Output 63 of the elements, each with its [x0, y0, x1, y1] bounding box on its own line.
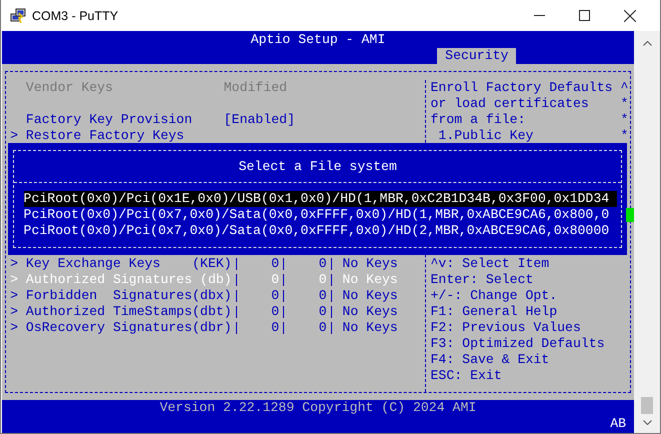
setting-label[interactable]: Factory Key Provision — [26, 112, 224, 128]
key-status: No Keys — [342, 304, 398, 320]
scroll-mark: * — [620, 128, 628, 144]
table-cell-text: 0 — [318, 288, 327, 304]
submenu-marker: > — [10, 272, 20, 288]
monitor-icon — [10, 8, 26, 24]
submenu-marker: > — [10, 128, 20, 144]
key-status: No Keys — [342, 288, 398, 304]
scroll-thumb[interactable] — [641, 397, 653, 414]
table-cell-text: 0 — [270, 272, 280, 288]
key-hint: F2: Previous Values — [430, 320, 582, 336]
scroll-mark: * — [620, 96, 628, 112]
table-cell-text: 0 — [318, 256, 327, 272]
submenu-item[interactable]: Restore Factory Keys — [26, 128, 224, 144]
maximize-icon — [579, 10, 590, 21]
scrollbar[interactable] — [634, 31, 660, 433]
window-title: COM3 - PuTTY — [32, 8, 118, 22]
version-text: Version 2.22.1289 Copyright (C) 2024 AMI — [160, 400, 476, 416]
status-text: AB — [610, 416, 626, 432]
table-cell-text: 0 — [318, 304, 327, 320]
help-text: or load certificates — [430, 96, 590, 112]
key-hint: +/-: Change Opt. — [430, 288, 558, 304]
setting-value: Modified — [224, 80, 288, 96]
key-hint: F4: Save & Exit — [430, 352, 550, 368]
tab[interactable]: Security — [437, 48, 516, 64]
scroll-mark: ^ — [620, 80, 628, 96]
table-cell-text: 0 — [270, 256, 280, 272]
dialog-title: Select a File system — [238, 159, 397, 175]
key-hint: ESC: Exit — [430, 368, 503, 384]
scroll-indicator — [626, 208, 634, 222]
help-text: from a file: — [430, 112, 526, 128]
key-name[interactable]: Forbidden Signatures(dbx) — [26, 288, 232, 304]
submenu-marker: > — [10, 320, 20, 336]
table-cell-text: 0 — [318, 272, 327, 288]
scroll-mark: * — [620, 112, 628, 128]
key-status: No Keys — [342, 320, 398, 336]
close-icon — [624, 10, 636, 22]
key-name[interactable]: Authorized TimeStamps(dbt) — [26, 304, 232, 320]
key-hint: F3: Optimized Defaults — [430, 336, 606, 352]
file-system-option[interactable]: PciRoot(0x0)/Pci(0x7,0x0)/Sata(0x0,0xFFFF,0x0)/HD(1,MBR,0xABCE9CA6,0x800,0 — [24, 207, 610, 223]
submenu-marker: > — [10, 288, 20, 304]
key-hint: F1: General Help — [430, 304, 558, 320]
submenu-marker: > — [10, 304, 20, 320]
table-cell-text: 0 — [270, 288, 280, 304]
submenu-marker: > — [10, 256, 20, 272]
table-cell-text: 0 — [270, 320, 280, 336]
setting-label: Vendor Keys — [26, 80, 114, 96]
key-name[interactable]: Key Exchange Keys (KEK) — [26, 256, 232, 272]
help-text: 1.Public Key — [437, 128, 534, 144]
scroll-down-icon[interactable] — [642, 420, 652, 425]
file-system-option[interactable]: PciRoot(0x0)/Pci(0x7,0x0)/Sata(0x0,0xFFFF,0x0)/HD(2,MBR,0xABCE9CA6,0x80000 — [24, 223, 610, 239]
file-system-option[interactable]: PciRoot(0x0)/Pci(0x1E,0x0)/USB(0x1,0x0)/HD(1,MBR,0xC2B1D34B,0x3F00,0x1DD34 — [24, 191, 618, 207]
key-status: No Keys — [342, 272, 398, 288]
key-hint: Enter: Select — [430, 272, 534, 288]
key-hint: ^v: Select Item — [430, 256, 550, 272]
key-name[interactable]: OsRecovery Signatures(dbr) — [26, 320, 232, 336]
table-cell-text: 0 — [318, 320, 327, 336]
table-cell-text: 0 — [270, 304, 280, 320]
setup-title: Aptio Setup - AMI — [250, 32, 386, 48]
help-text: Enroll Factory Defaults — [430, 80, 614, 96]
scroll-up-icon[interactable] — [642, 41, 652, 46]
setting-value[interactable]: [Enabled] — [224, 112, 295, 128]
key-status: No Keys — [342, 256, 398, 272]
